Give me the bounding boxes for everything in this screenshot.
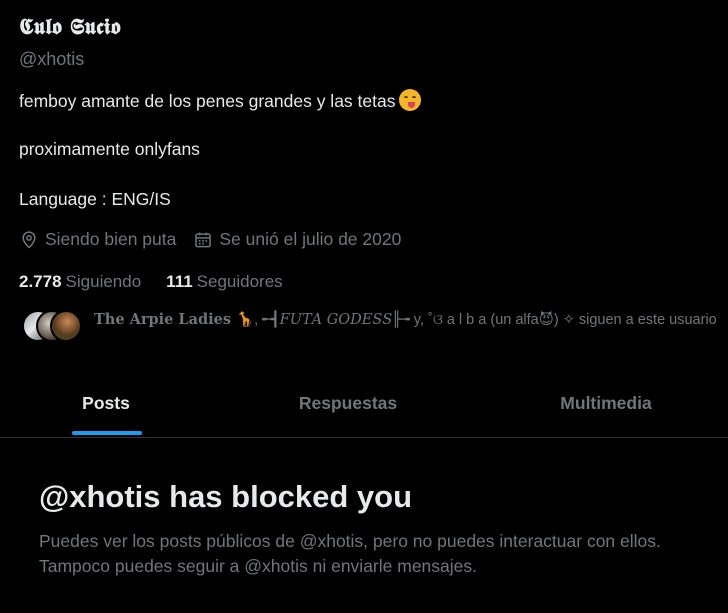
location-pin-icon: [22, 230, 36, 249]
tab-posts[interactable]: Posts: [0, 370, 212, 436]
followed-by-text[interactable]: 𝐓𝐡𝐞 𝐀𝐫𝐩𝐢𝐞 𝐋𝐚𝐝𝐢𝐞𝐬 🦒, ╾┫𝐹𝑈𝑇𝐴 𝐺𝑂𝐷𝐸𝑆𝑆╟╼ y, ˚…: [94, 311, 724, 329]
tabs-divider: [0, 437, 728, 438]
followed-by-suffix: siguen a este usuario: [578, 312, 717, 328]
tab-respuestas[interactable]: Respuestas: [212, 370, 484, 436]
followers-count: 111: [166, 272, 193, 291]
following-link[interactable]: 2.778 Siguiendo: [19, 272, 141, 292]
profile-display-name: 𝕮𝖚𝖑𝖔 𝕾𝖚𝖈𝖎𝖔: [19, 14, 121, 40]
blocked-title: @xhotis has blocked you: [39, 479, 413, 514]
avatar: [50, 310, 82, 342]
tab-respuestas-label: Respuestas: [298, 392, 398, 413]
tab-multimedia-label: Multimedia: [560, 392, 652, 413]
follower-name-3: , ˚ଓ a l b a (un alfa😈) ✧: [419, 312, 575, 328]
calendar-icon: [195, 232, 212, 247]
location-item: Siendo bien puta: [19, 229, 176, 250]
profile-meta: Siendo bien puta Se unió el julio de 202…: [19, 229, 418, 250]
following-label: Siguiendo: [65, 272, 142, 291]
followers-link[interactable]: 111 Seguidores: [166, 272, 283, 292]
joined-item: Se unió el julio de 2020: [193, 229, 401, 250]
bio-line-3: Language : ENG/IS: [19, 189, 171, 209]
follower-separator: ,: [254, 312, 259, 328]
following-count: 2.778: [19, 272, 62, 291]
follower-name-1: 𝐓𝐡𝐞 𝐀𝐫𝐩𝐢𝐞 𝐋𝐚𝐝𝐢𝐞𝐬 🦒: [94, 311, 255, 328]
blocked-message: Puedes ver los posts públicos de @xhotis…: [39, 531, 661, 576]
tab-posts-label: Posts: [82, 392, 130, 413]
followers-label: Seguidores: [196, 272, 283, 291]
tab-multimedia[interactable]: Multimedia: [484, 370, 728, 436]
bio-line-1: femboy amante de los penes grandes y las…: [19, 89, 422, 112]
follower-name-2: ╾┫𝐹𝑈𝑇𝐴 𝐺𝑂𝐷𝐸𝑆𝑆╟╼: [262, 312, 410, 328]
bio-line-1-text: femboy amante de los penes grandes y las…: [19, 91, 396, 111]
bio-line-2: proximamente onlyfans: [19, 139, 200, 159]
joined-text: Se unió el julio de 2020: [219, 229, 402, 249]
profile-tabs: Posts Respuestas Multimedia: [0, 370, 728, 436]
follow-stats: 2.778 Siguiendo 111 Seguidores: [19, 272, 308, 292]
followed-by-avatars[interactable]: [22, 310, 82, 342]
profile-handle: @xhotis: [19, 49, 85, 69]
location-text: Siendo bien puta: [45, 229, 177, 249]
face-savoring-food-emoji-icon: [399, 89, 422, 111]
active-tab-indicator: [72, 431, 142, 435]
